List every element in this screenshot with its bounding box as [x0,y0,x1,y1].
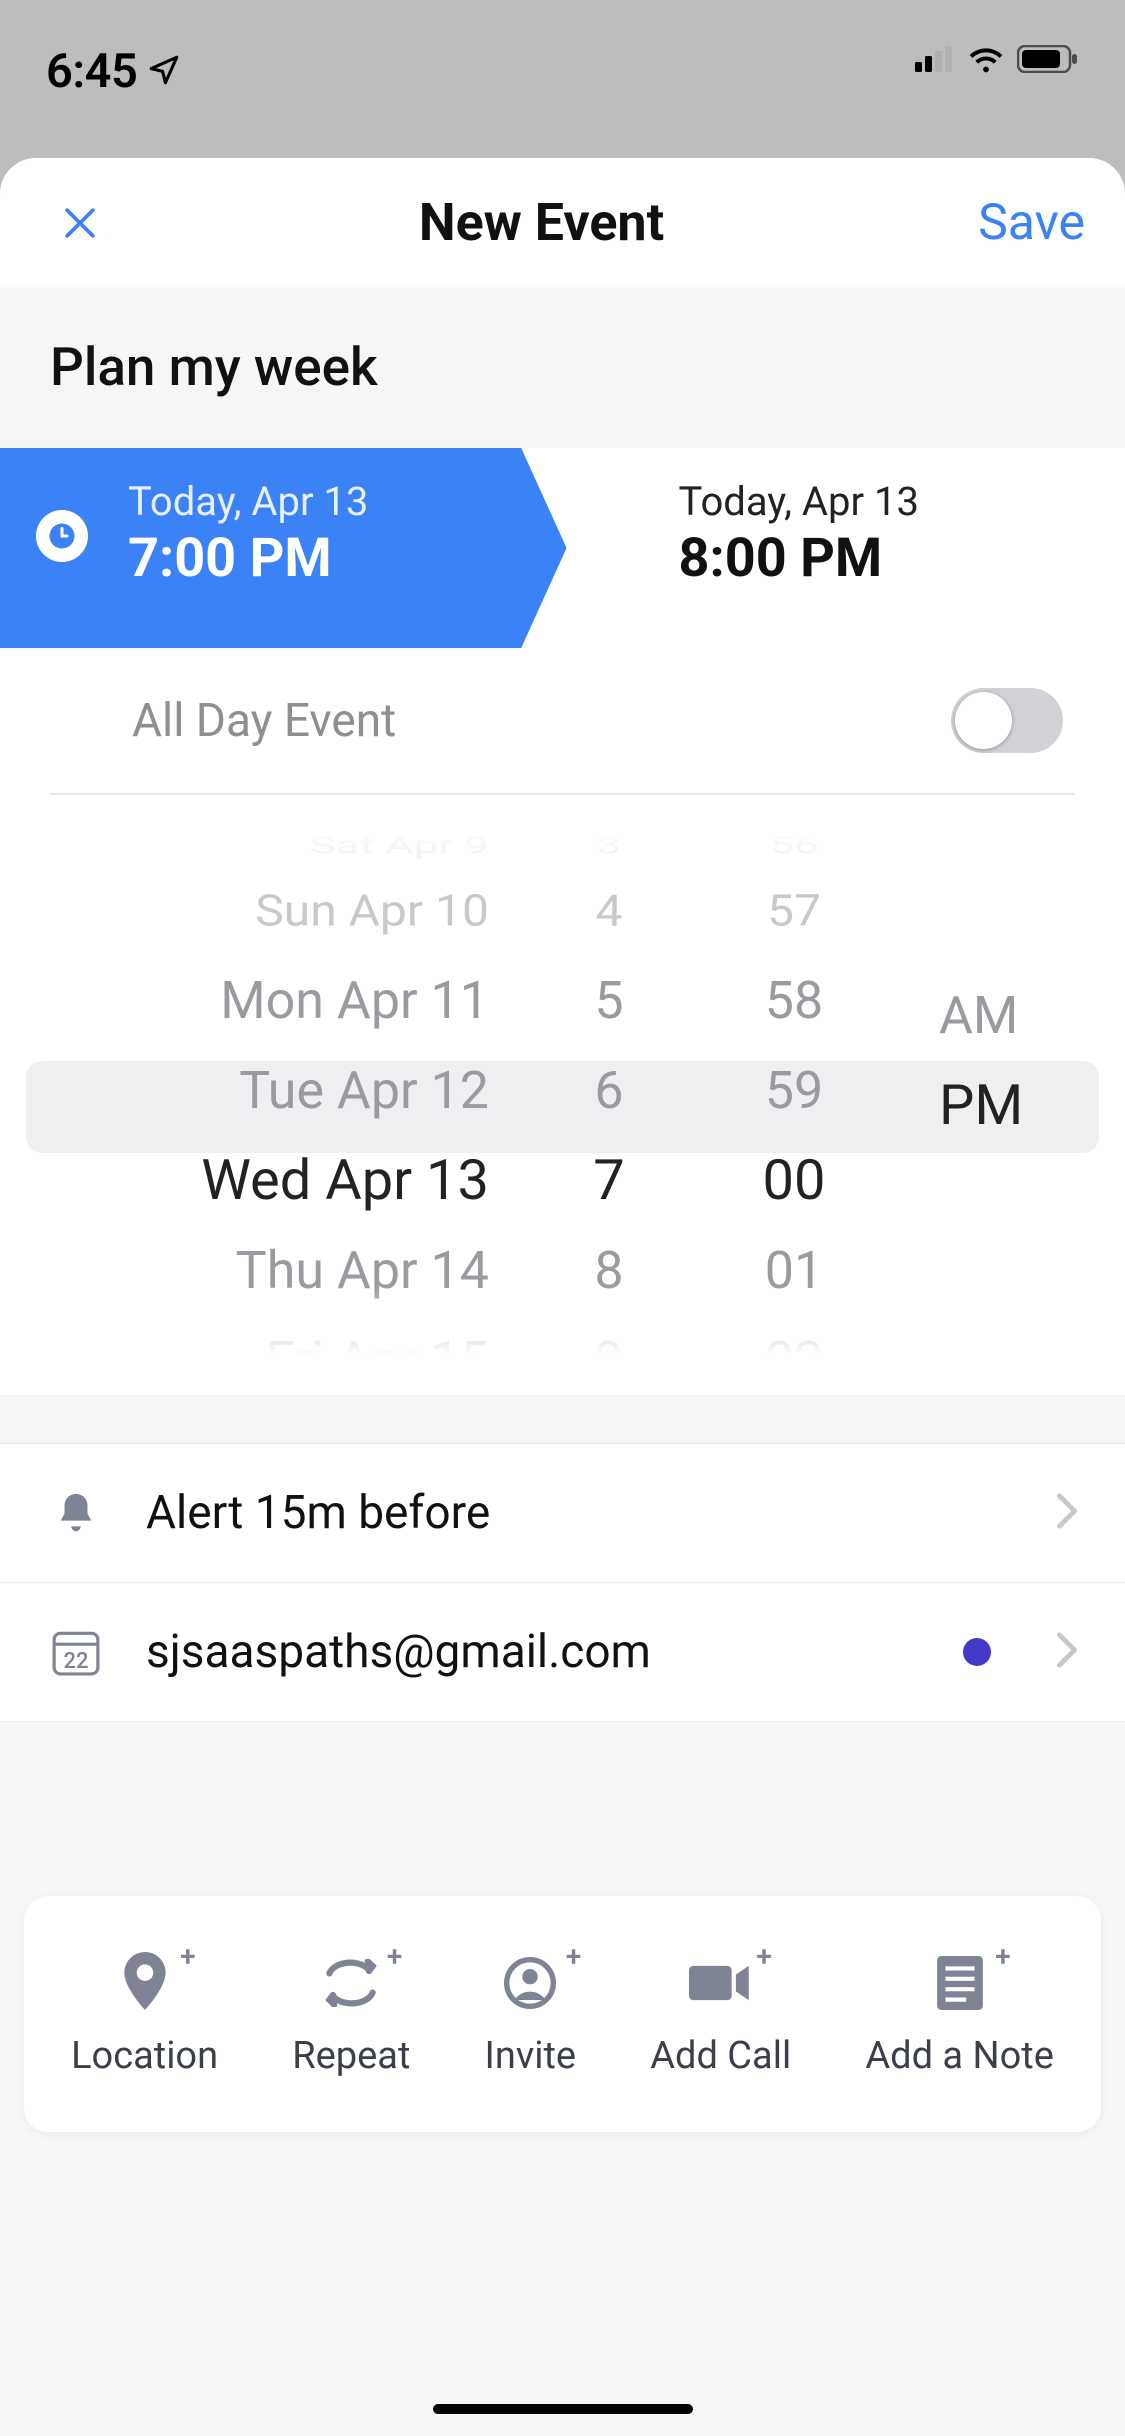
close-button[interactable] [55,198,105,248]
time-segment: Today, Apr 13 7:00 PM Today, Apr 13 8:00… [0,448,1125,648]
all-day-row: All Day Event [0,648,1125,793]
location-pin-icon [119,1952,171,2018]
chevron-right-icon [1055,1631,1079,1673]
picker-minute-item: 57 [689,870,899,951]
add-call-action[interactable]: + Add Call [650,1950,791,2078]
picker-minute-item: 56 [689,834,899,856]
page-title: New Event [419,192,664,253]
repeat-action[interactable]: + Repeat [292,1950,410,2078]
alert-label: Alert 15m before [146,1486,1015,1540]
picker-hour-item: 5 [529,955,689,1045]
end-time-label: 8:00 PM [679,527,1075,590]
note-icon [936,1956,984,2014]
picker-hour-item: 4 [529,870,689,951]
event-title-row[interactable]: Plan my week [0,288,1125,448]
picker-hour-item-selected: 7 [529,1135,689,1225]
start-time-label: 7:00 PM [128,527,517,590]
location-arrow-icon [147,44,181,99]
picker-minute-item: 58 [689,955,899,1045]
picker-date-item: Sat Apr 9 [26,834,529,856]
repeat-icon [321,1959,381,2011]
wifi-icon [965,44,1007,78]
location-action-label: Location [71,2034,218,2078]
calendar-email-label: sjsaaspaths@gmail.com [146,1625,923,1679]
picker-date-item: Sun Apr 10 [26,870,529,951]
clock-icon [36,510,88,562]
status-icons [915,44,1079,78]
picker-date-item: Mon Apr 11 [26,955,529,1045]
cellular-icon [915,46,955,76]
start-date-label: Today, Apr 13 [128,478,517,525]
plus-badge-icon: + [387,1940,402,1973]
picker-ampm-item-selected: PM [899,1060,1099,1150]
calendar-color-dot [963,1638,991,1666]
bell-icon [46,1490,106,1536]
video-icon [689,1961,753,2009]
calendar-date-icon: 22 [46,1627,106,1677]
invite-action[interactable]: + Invite [485,1950,577,2078]
navbar: New Event Save [0,158,1125,288]
person-icon [502,1955,558,2015]
picker-date-item: Tue Apr 12 [26,1045,529,1135]
add-call-action-label: Add Call [650,2034,791,2078]
picker-ampm-item: AM [899,970,1099,1060]
new-event-sheet: New Event Save Plan my week Today, Apr 1… [0,158,1125,2436]
invite-action-label: Invite [485,2034,577,2078]
picker-ampm-column[interactable]: AM PM [899,825,1099,1355]
home-indicator[interactable] [433,2404,693,2414]
add-note-action-label: Add a Note [865,2034,1054,2078]
status-time: 6:45 [46,44,181,99]
picker-date-item: Thu Apr 14 [26,1225,529,1315]
datetime-picker[interactable]: Sat Apr 9 Sun Apr 10 Mon Apr 11 Tue Apr … [0,795,1125,1395]
chevron-right-icon [1055,1492,1079,1534]
alert-row[interactable]: Alert 15m before [0,1444,1125,1582]
plus-badge-icon: + [566,1940,581,1973]
action-bar: + Location + Repeat + [24,1896,1101,2132]
save-button[interactable]: Save [978,194,1085,252]
picker-hour-item: 9 [529,1315,689,1355]
picker-hour-item: 3 [529,834,689,856]
settings-rows: Alert 15m before 22 sjsaaspaths@gmail.co… [0,1443,1125,1722]
location-action[interactable]: + Location [71,1950,218,2078]
status-time-text: 6:45 [46,44,137,99]
all-day-toggle[interactable] [951,688,1063,753]
plus-badge-icon: + [180,1940,195,1973]
battery-icon [1017,45,1079,77]
plus-badge-icon: + [995,1940,1010,1973]
all-day-label: All Day Event [132,694,396,748]
plus-badge-icon: + [756,1940,771,1973]
picker-minute-item: 59 [689,1045,899,1135]
calendar-row[interactable]: 22 sjsaaspaths@gmail.com [0,1582,1125,1721]
picker-date-item: Fri Apr 15 [26,1315,529,1355]
picker-hour-item: 8 [529,1225,689,1315]
status-bar: 6:45 [0,0,1125,150]
picker-minute-item: 02 [689,1315,899,1355]
picker-minute-item-selected: 00 [689,1135,899,1225]
picker-date-column[interactable]: Sat Apr 9 Sun Apr 10 Mon Apr 11 Tue Apr … [26,825,529,1355]
picker-hour-column[interactable]: 3 4 5 6 7 8 9 10 11 [529,825,689,1355]
event-title-text: Plan my week [50,336,1075,398]
add-note-action[interactable]: + Add a Note [865,1950,1054,2078]
end-time-tab[interactable]: Today, Apr 13 8:00 PM [567,448,1125,648]
picker-date-item-selected: Wed Apr 13 [26,1135,529,1225]
picker-minute-item: 01 [689,1225,899,1315]
repeat-action-label: Repeat [292,2034,410,2078]
picker-minute-column[interactable]: 56 57 58 59 00 01 02 03 04 [689,825,899,1355]
end-date-label: Today, Apr 13 [679,478,1075,525]
picker-hour-item: 6 [529,1045,689,1135]
calendar-date-number: 22 [63,1649,88,1674]
start-time-tab[interactable]: Today, Apr 13 7:00 PM [0,448,567,648]
